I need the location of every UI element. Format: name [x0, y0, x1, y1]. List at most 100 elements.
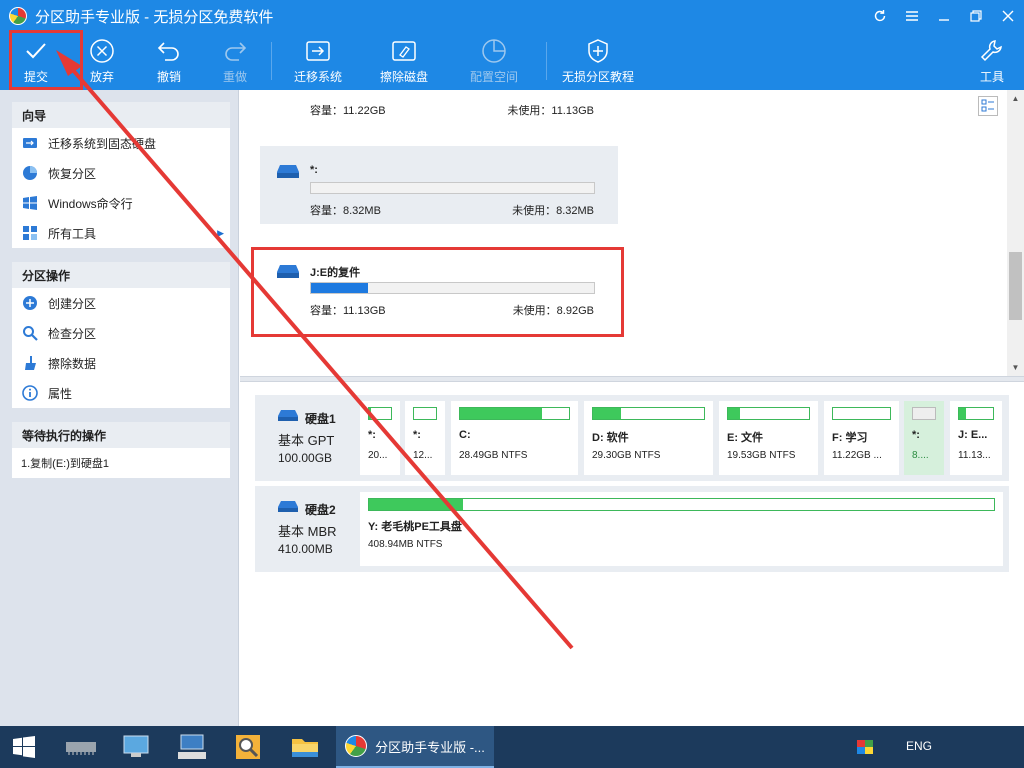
- partition-block[interactable]: J: E... 11.13...: [950, 401, 1002, 475]
- toolbar-separator: [546, 42, 547, 80]
- view-toggle-button[interactable]: [978, 96, 998, 116]
- sidebar-item-check-partition[interactable]: 检查分区: [12, 318, 230, 348]
- partition-bar-fill: [369, 499, 463, 510]
- main-area: 容量：11.22GB 未使用：11.13GB *: 容量：8.32MB 未使用：…: [240, 90, 1024, 726]
- taskbar-item-hardware[interactable]: [56, 726, 106, 768]
- tray-language[interactable]: ENG: [906, 739, 932, 753]
- wipe-disk-icon: [391, 38, 417, 64]
- partition-bar: [832, 407, 891, 420]
- partition-bar: [912, 407, 936, 420]
- taskbar-item-search-tool[interactable]: [224, 726, 272, 768]
- windows-logo-icon: [13, 736, 35, 758]
- network-computer-icon: [123, 735, 149, 757]
- folder-icon: [292, 739, 318, 757]
- disk-row[interactable]: 硬盘2 基本 MBR 410.00MB Y: 老毛桃PE工具盘 408.94MB…: [255, 486, 1009, 572]
- scroll-down-icon[interactable]: ▼: [1007, 359, 1024, 376]
- taskbar-item-explorer[interactable]: [282, 726, 328, 768]
- migrate-system-button[interactable]: 迁移系统: [290, 32, 346, 90]
- refresh-icon[interactable]: [864, 0, 896, 32]
- clock-pie-icon: [481, 38, 507, 64]
- partition-block[interactable]: *: 20...: [360, 401, 400, 475]
- start-button[interactable]: [0, 726, 48, 768]
- migrate-drive-icon: [305, 38, 331, 64]
- tutorial-button[interactable]: 无损分区教程: [558, 32, 638, 90]
- magnifier-icon: [236, 735, 260, 759]
- partition-usage-fill: [311, 283, 368, 293]
- partition-bar-fill: [728, 408, 741, 419]
- sidebar-item-wipe-data[interactable]: 擦除数据: [12, 348, 230, 378]
- app-logo-icon: [345, 735, 368, 757]
- redo-button[interactable]: 重做: [215, 32, 255, 90]
- partition-block[interactable]: E: 文件 19.53GB NTFS: [719, 401, 818, 475]
- partition-card[interactable]: *: 容量：8.32MB 未使用：8.32MB: [260, 146, 618, 224]
- partition-card[interactable]: 容量：11.22GB 未使用：11.13GB: [260, 90, 618, 124]
- partition-card-selected[interactable]: J:E的复件 容量：11.13GB 未使用：8.92GB: [260, 246, 618, 326]
- sidebar-item-windows-cmd[interactable]: Windows命令行: [12, 188, 230, 218]
- broom-icon: [22, 355, 38, 371]
- taskbar-item-keyboard[interactable]: [168, 726, 216, 768]
- partition-ops-title: 分区操作: [12, 262, 230, 288]
- disk-info: 硬盘2 基本 MBR 410.00MB: [255, 486, 359, 572]
- partition-block[interactable]: *: 12...: [405, 401, 445, 475]
- partition-block[interactable]: Y: 老毛桃PE工具盘 408.94MB NTFS: [360, 492, 1003, 566]
- taskbar-item-network[interactable]: [112, 726, 160, 768]
- close-icon[interactable]: [992, 0, 1024, 32]
- taskbar-item-partition-assistant[interactable]: 分区助手专业版 -...: [336, 726, 494, 768]
- menu-icon[interactable]: [896, 0, 928, 32]
- magnifier-icon: [22, 325, 38, 341]
- disk-row[interactable]: 硬盘1 基本 GPT 100.00GB *: 20... *: 12... C:…: [255, 395, 1009, 481]
- wizard-panel: 向导 迁移系统到固态硬盘 恢复分区 Windows命令行 所有工具 ▶: [12, 102, 230, 248]
- pending-ops-title: 等待执行的操作: [12, 422, 230, 448]
- partition-block[interactable]: C: 28.49GB NTFS: [451, 401, 578, 475]
- disk-info: 硬盘1 基本 GPT 100.00GB: [255, 395, 359, 481]
- disk-icon: [278, 410, 298, 421]
- partition-bar: [727, 407, 810, 420]
- partition-block[interactable]: D: 软件 29.30GB NTFS: [584, 401, 713, 475]
- scroll-thumb[interactable]: [1009, 252, 1022, 320]
- checkmark-icon: [24, 38, 48, 64]
- windows-logo-icon: [22, 195, 38, 211]
- scroll-up-icon[interactable]: ▲: [1007, 90, 1024, 107]
- create-partition-icon: [22, 295, 38, 311]
- wipe-disk-button[interactable]: 擦除磁盘: [376, 32, 432, 90]
- window-title: 分区助手专业版 - 无损分区免费软件: [35, 8, 274, 26]
- partition-usage-bar: [310, 182, 595, 194]
- toolbar-separator: [271, 42, 272, 80]
- disk-icon: [278, 501, 298, 512]
- sidebar-item-migrate-ssd[interactable]: 迁移系统到固态硬盘: [12, 128, 230, 158]
- caret-right-icon: ▶: [217, 227, 224, 238]
- app-logo-icon: [9, 7, 27, 25]
- sidebar-item-properties[interactable]: 属性: [12, 378, 230, 408]
- info-icon: [22, 385, 38, 401]
- partition-bar-fill: [369, 408, 372, 419]
- sidebar: 向导 迁移系统到固态硬盘 恢复分区 Windows命令行 所有工具 ▶ 分区操作…: [0, 90, 239, 726]
- tray-color-icon[interactable]: [852, 726, 878, 768]
- wizard-panel-title: 向导: [12, 102, 230, 128]
- sidebar-item-create-partition[interactable]: 创建分区: [12, 288, 230, 318]
- minimize-icon[interactable]: [928, 0, 960, 32]
- submit-button[interactable]: 提交: [14, 32, 58, 90]
- drive-icon: [277, 165, 299, 178]
- discard-button[interactable]: 放弃: [82, 32, 122, 90]
- partition-bar: [413, 407, 437, 420]
- undo-button[interactable]: 撤销: [149, 32, 189, 90]
- taskbar: 分区助手专业版 -... ENG: [0, 726, 1024, 768]
- partition-bar: [459, 407, 570, 420]
- allocate-space-button[interactable]: 配置空间: [466, 32, 522, 90]
- keyboard-computer-icon: [178, 734, 206, 759]
- partition-bar: [368, 407, 392, 420]
- tools-button[interactable]: 工具: [974, 32, 1010, 90]
- vertical-scrollbar[interactable]: ▲ ▼: [1007, 90, 1024, 376]
- sidebar-item-recover-partition[interactable]: 恢复分区: [12, 158, 230, 188]
- sidebar-item-all-tools[interactable]: 所有工具 ▶: [12, 218, 230, 248]
- undo-icon: [156, 38, 182, 64]
- pie-chart-icon: [22, 165, 38, 181]
- restore-icon[interactable]: [960, 0, 992, 32]
- drive-icon: [277, 265, 299, 278]
- memory-chip-icon: [66, 742, 96, 755]
- color-palette-icon: [857, 740, 873, 754]
- pending-op-item[interactable]: 1.复制(E:)到硬盘1: [12, 448, 230, 478]
- partition-block-selected[interactable]: *: 8....: [904, 401, 944, 475]
- pending-ops-panel: 等待执行的操作 1.复制(E:)到硬盘1: [12, 422, 230, 478]
- partition-block[interactable]: F: 学习 11.22GB ...: [824, 401, 899, 475]
